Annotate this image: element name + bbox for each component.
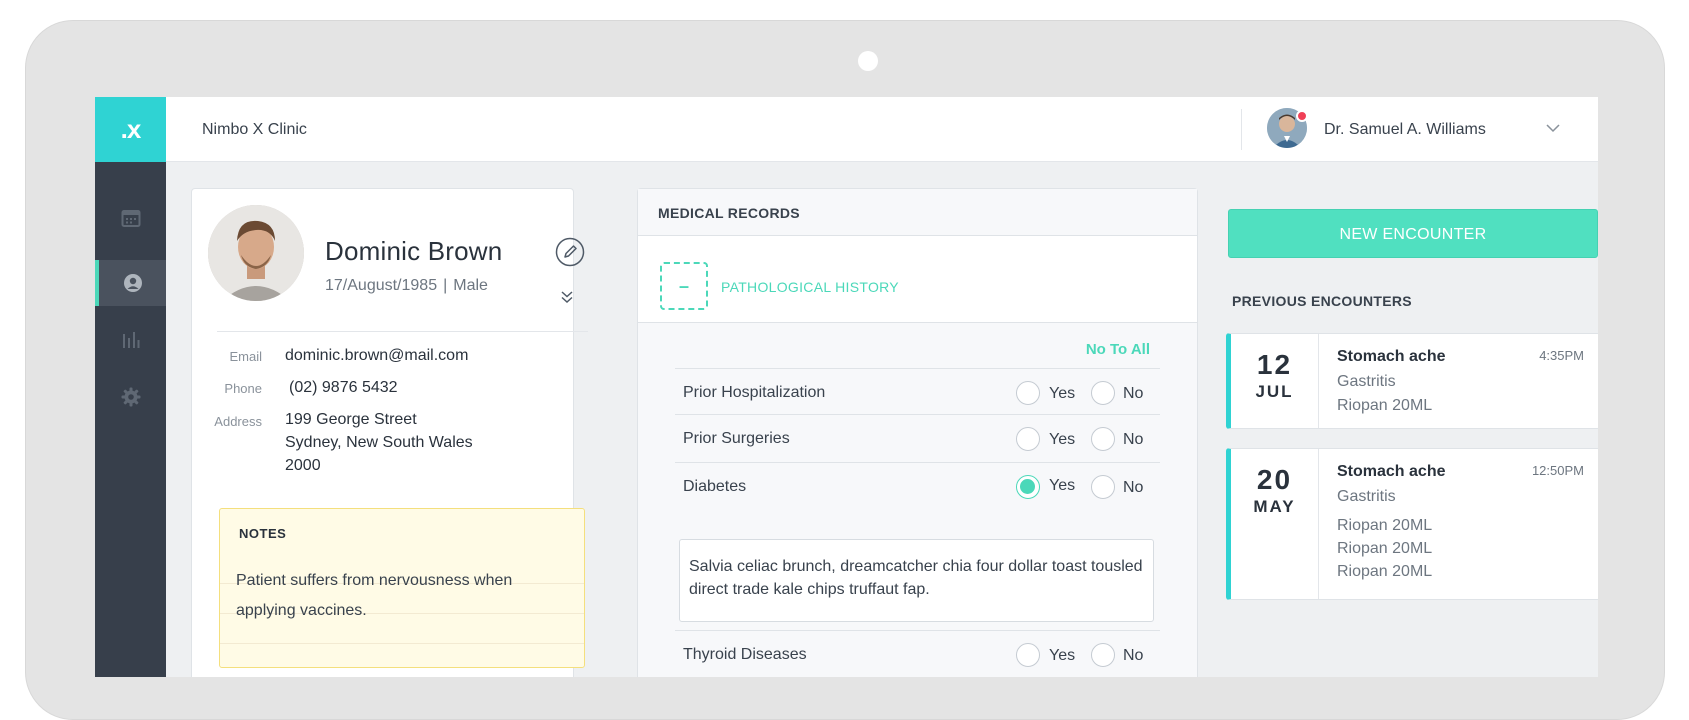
radio-yes[interactable]: [1016, 643, 1040, 667]
patient-address-line1: 199 George Street: [285, 411, 417, 428]
notes-text: Patient suffers from nervousness when ap…: [236, 566, 566, 626]
patient-dob: 17/August/1985: [325, 277, 438, 294]
no-label: No: [1123, 385, 1144, 402]
notification-badge: [1296, 110, 1308, 122]
encounter-detail: Gastritis: [1337, 488, 1396, 505]
encounter-title: Stomach ache: [1337, 348, 1446, 365]
yes-label: Yes: [1049, 385, 1076, 402]
patient-address-line2: Sydney, New South Wales: [285, 434, 473, 451]
no-to-all-button[interactable]: No To All: [1086, 341, 1150, 358]
patient-email[interactable]: dominic.brown@mail.com: [285, 344, 468, 367]
encounter-time: 12:50PM: [1531, 463, 1584, 478]
double-chevron-down-icon[interactable]: [561, 290, 573, 304]
app-logo[interactable]: .x: [95, 97, 166, 162]
question-label: Prior Hospitalization: [683, 384, 826, 401]
encounter-month: MAY: [1253, 497, 1296, 516]
sidebar: .x: [95, 97, 166, 677]
patient-meta: 17/August/1985 | Male: [325, 277, 488, 295]
user-icon: [123, 274, 142, 292]
medical-records-card: MEDICAL RECORDS – PATHOLOGICAL HISTORY N…: [637, 188, 1198, 677]
edit-icon[interactable]: [555, 237, 585, 267]
radio-no[interactable]: [1091, 475, 1115, 499]
question-label: Thyroid Diseases: [683, 646, 807, 663]
patient-phone[interactable]: (02) 9876 5432: [289, 376, 398, 399]
question-row: Prior Hospitalization Yes No: [675, 368, 1160, 416]
collapse-button[interactable]: –: [660, 262, 708, 310]
yes-label: Yes: [1049, 477, 1076, 494]
clinic-name: Nimbo X Clinic: [202, 121, 307, 138]
calendar-icon: [121, 210, 140, 227]
email-label: Email: [229, 349, 262, 364]
radio-yes[interactable]: [1016, 381, 1040, 405]
encounter-detail: Riopan 20ML: [1337, 517, 1433, 534]
encounter-card[interactable]: 12 JUL Stomach ache 4:35PM Gastritis Rio…: [1226, 333, 1598, 429]
notes-line-2: applying vaccines.: [236, 602, 367, 619]
radio-no[interactable]: [1091, 381, 1115, 405]
top-bar: Nimbo X Clinic Dr. Samuel A. Williams: [166, 97, 1598, 162]
encounter-day: 12: [1256, 349, 1293, 380]
pathological-history-header[interactable]: – PATHOLOGICAL HISTORY: [638, 236, 1197, 323]
pathological-history-title[interactable]: PATHOLOGICAL HISTORY: [721, 279, 899, 295]
previous-encounters-title: PREVIOUS ENCOUNTERS: [1232, 293, 1412, 309]
app-screen: .x Nimbo X Clinic Dr. Samuel A. Williams…: [95, 97, 1598, 677]
patient-gender: Male: [453, 277, 488, 294]
notes-title: NOTES: [239, 526, 287, 541]
patient-name: Dominic Brown: [325, 236, 503, 266]
gear-icon: [121, 387, 140, 407]
sidebar-item-calendar[interactable]: [95, 195, 166, 241]
divider: [217, 331, 588, 332]
notes-box[interactable]: NOTES Patient suffers from nervousness w…: [219, 508, 585, 668]
records-body: No To All Prior Hospitalization Yes No P…: [638, 323, 1197, 677]
question-row: Prior Surgeries Yes No: [675, 414, 1160, 462]
new-encounter-button[interactable]: NEW ENCOUNTER: [1228, 209, 1598, 258]
encounter-month: JUL: [1255, 382, 1294, 401]
patient-card: Dominic Brown 17/August/1985 | Male Email …: [191, 188, 588, 677]
sidebar-item-settings[interactable]: [95, 374, 166, 420]
no-label: No: [1123, 431, 1144, 448]
notes-rule: [220, 643, 584, 644]
radio-no[interactable]: [1091, 643, 1115, 667]
yes-label: Yes: [1049, 647, 1076, 664]
patient-address-line3: 2000: [285, 457, 321, 474]
notes-line-1: Patient suffers from nervousness when: [236, 572, 513, 589]
encounter-card[interactable]: 20 MAY Stomach ache 12:50PM Gastritis Ri…: [1226, 448, 1598, 600]
radio-no[interactable]: [1091, 427, 1115, 451]
patient-photo: [208, 205, 304, 301]
bar-chart-icon: [122, 332, 139, 348]
encounter-day: 20: [1256, 464, 1293, 495]
encounter-date: 20 MAY: [1231, 449, 1319, 599]
encounter-title: Stomach ache: [1337, 463, 1446, 480]
sidebar-item-patients[interactable]: [95, 260, 166, 306]
chevron-down-icon[interactable]: [1546, 123, 1560, 133]
encounter-date: 12 JUL: [1231, 334, 1319, 428]
encounter-detail: Riopan 20ML: [1337, 540, 1433, 557]
records-header: MEDICAL RECORDS: [638, 189, 1197, 236]
question-label: Diabetes: [683, 478, 747, 495]
encounter-detail: Gastritis: [1337, 373, 1396, 390]
encounter-time: 4:35PM: [1539, 348, 1584, 363]
camera-dot: [858, 51, 878, 71]
user-name[interactable]: Dr. Samuel A. Williams: [1324, 121, 1486, 139]
sidebar-item-reports[interactable]: [95, 317, 166, 363]
address-label: Address: [214, 414, 262, 429]
question-row: Thyroid Diseases Yes No: [675, 630, 1160, 677]
yes-label: Yes: [1049, 431, 1076, 448]
question-label: Prior Surgeries: [683, 430, 790, 447]
phone-label: Phone: [224, 381, 262, 396]
radio-yes[interactable]: [1016, 427, 1040, 451]
topbar-divider: [1241, 109, 1242, 150]
no-label: No: [1123, 647, 1144, 664]
diabetes-notes-field[interactable]: Salvia celiac brunch, dreamcatcher chia …: [679, 539, 1154, 622]
no-label: No: [1123, 479, 1144, 496]
records-title: MEDICAL RECORDS: [658, 205, 800, 221]
encounter-detail: Riopan 20ML: [1337, 563, 1433, 580]
question-row: Diabetes Yes No: [675, 462, 1160, 510]
encounter-detail: Riopan 20ML: [1337, 397, 1433, 414]
radio-yes-selected[interactable]: [1016, 475, 1040, 499]
meta-separator: |: [443, 277, 448, 294]
